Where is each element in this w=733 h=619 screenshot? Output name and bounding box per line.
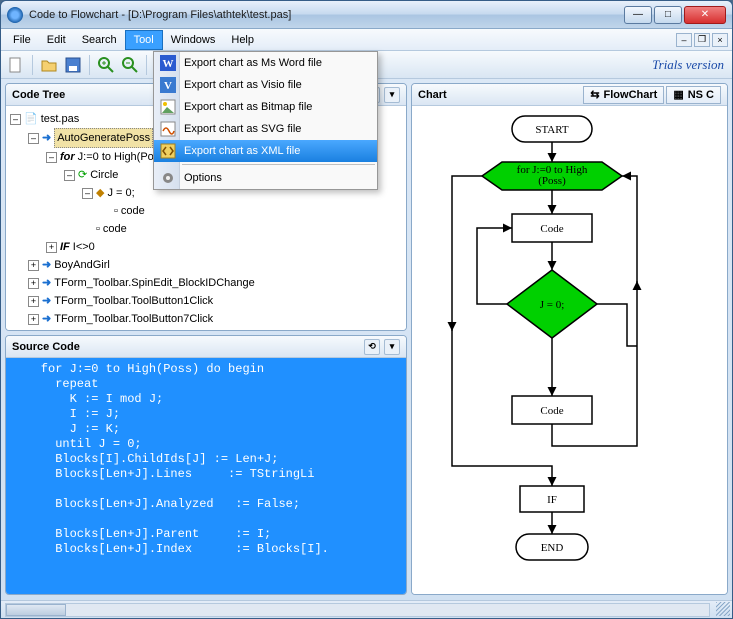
tree-item[interactable]: TForm_Toolbar.ToolButton2Click [54, 328, 213, 330]
source-code-header: Source Code ⟲ ▾ [6, 336, 406, 358]
expand-icon[interactable]: – [64, 170, 75, 181]
tree-item[interactable]: code [121, 202, 145, 220]
if-keyword: IF [60, 241, 70, 253]
new-icon[interactable] [5, 54, 27, 76]
chart-panel: Chart ⇆FlowChart ▦NS C START [411, 83, 728, 595]
svg-text:START: START [535, 124, 569, 136]
tree-root[interactable]: test.pas [41, 110, 80, 128]
save-icon[interactable] [62, 54, 84, 76]
svg-icon [158, 120, 178, 138]
mdi-close-button[interactable]: × [712, 33, 728, 47]
tree-item[interactable]: BoyAndGirl [54, 256, 110, 274]
resize-grip[interactable] [716, 602, 730, 616]
expand-icon[interactable]: – [46, 152, 57, 163]
menu-file[interactable]: File [5, 31, 39, 49]
flowchart-tab[interactable]: ⇆FlowChart [583, 86, 664, 104]
expand-icon[interactable]: + [28, 296, 39, 307]
source-code-panel: Source Code ⟲ ▾ for J:=0 to High(Poss) d… [5, 335, 407, 595]
tool-menu-dropdown: W Export chart as Ms Word file V Export … [153, 51, 378, 190]
export-svg-item[interactable]: Export chart as SVG file [154, 118, 377, 140]
menu-edit[interactable]: Edit [39, 31, 74, 49]
for-keyword: for [60, 151, 75, 163]
ns-icon: ▦ [673, 88, 683, 101]
word-icon: W [158, 54, 178, 72]
tree-item[interactable]: J = 0; [107, 184, 134, 202]
export-word-item[interactable]: W Export chart as Ms Word file [154, 52, 377, 74]
app-window: Code to Flowchart - [D:\Program Files\at… [0, 0, 733, 619]
expand-icon[interactable]: + [28, 314, 39, 325]
expand-icon[interactable]: + [28, 278, 39, 289]
menu-search[interactable]: Search [74, 31, 125, 49]
svg-text:(Poss): (Poss) [538, 175, 566, 187]
svg-text:V: V [164, 80, 172, 92]
xml-icon [158, 142, 178, 160]
chart-title: Chart [418, 89, 447, 101]
tree-item[interactable]: code [103, 220, 127, 238]
export-visio-item[interactable]: V Export chart as Visio file [154, 74, 377, 96]
source-code-title: Source Code [12, 341, 80, 353]
tree-item[interactable]: TForm_Toolbar.ToolButton1Click [54, 292, 213, 310]
chart-header: Chart ⇆FlowChart ▦NS C [412, 84, 727, 106]
tree-item[interactable]: Circle [90, 166, 118, 184]
chart-canvas[interactable]: START for J:=0 to High (Poss) Code [412, 106, 727, 594]
panel-pin-icon[interactable]: ⟲ [364, 339, 380, 355]
panel-toggle-icon[interactable]: ▾ [384, 339, 400, 355]
menu-tool[interactable]: Tool [125, 30, 163, 50]
export-xml-item[interactable]: Export chart as XML file [154, 140, 377, 162]
mdi-restore-button[interactable]: ❐ [694, 33, 710, 47]
expand-icon[interactable]: + [46, 242, 57, 253]
zoom-out-icon[interactable] [119, 54, 141, 76]
export-bitmap-item[interactable]: Export chart as Bitmap file [154, 96, 377, 118]
maximize-button[interactable]: □ [654, 6, 682, 24]
tree-item[interactable]: I<>0 [73, 238, 95, 256]
horizontal-scrollbar[interactable] [5, 603, 710, 617]
zoom-in-icon[interactable] [95, 54, 117, 76]
open-icon[interactable] [38, 54, 60, 76]
bitmap-icon [158, 98, 178, 116]
flowchart-icon: ⇆ [590, 88, 599, 101]
tree-item[interactable]: TForm_Toolbar.SpinEdit_BlockIDChange [54, 274, 255, 292]
panel-toggle-icon[interactable]: ▾ [384, 87, 400, 103]
svg-text:W: W [163, 58, 174, 70]
statusbar [1, 600, 732, 618]
svg-text:Code: Code [540, 223, 563, 235]
menu-help[interactable]: Help [223, 31, 262, 49]
expand-icon[interactable]: – [82, 188, 93, 199]
options-item[interactable]: Options [154, 167, 377, 189]
ns-tab[interactable]: ▦NS C [666, 86, 721, 104]
mdi-minimize-button[interactable]: – [676, 33, 692, 47]
expand-icon[interactable]: – [28, 133, 39, 144]
menu-windows[interactable]: Windows [163, 31, 224, 49]
expand-icon[interactable]: + [28, 260, 39, 271]
visio-icon: V [158, 76, 178, 94]
source-code-editor[interactable]: for J:=0 to High(Poss) do begin repeat K… [6, 358, 406, 594]
tree-item[interactable]: TForm_Toolbar.ToolButton7Click [54, 310, 213, 328]
minimize-button[interactable]: — [624, 6, 652, 24]
expand-icon[interactable]: – [10, 114, 21, 125]
app-icon [7, 7, 23, 23]
window-title: Code to Flowchart - [D:\Program Files\at… [29, 9, 622, 21]
svg-text:IF: IF [547, 494, 557, 506]
menubar: File Edit Search Tool Windows Help – ❐ × [1, 29, 732, 51]
gear-icon [158, 169, 178, 187]
tree-item[interactable]: J:=0 to High(Poss [78, 148, 165, 166]
titlebar: Code to Flowchart - [D:\Program Files\at… [1, 1, 732, 29]
svg-text:Code: Code [540, 405, 563, 417]
close-button[interactable]: ✕ [684, 6, 726, 24]
svg-text:J = 0;: J = 0; [540, 299, 565, 311]
tree-item[interactable]: AutoGeneratePoss [54, 128, 153, 148]
svg-text:END: END [541, 542, 564, 554]
code-tree-title: Code Tree [12, 89, 65, 101]
trials-label: Trials version [652, 57, 724, 73]
